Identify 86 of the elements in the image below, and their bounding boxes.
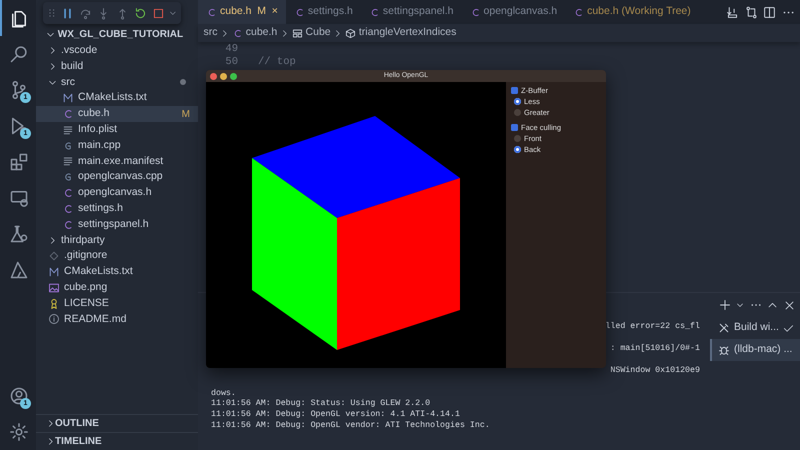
restart-icon[interactable] [134, 6, 147, 20]
monitor-icon[interactable] [9, 188, 29, 208]
compare-icon[interactable] [744, 6, 758, 18]
code-comment: // top [257, 54, 296, 70]
image-icon [48, 282, 60, 294]
c-letter-icon [573, 6, 584, 18]
chevron-right-icon [333, 28, 342, 38]
file-tree-item[interactable]: LICENSE [36, 296, 198, 312]
plus-icon[interactable] [718, 299, 730, 311]
terminal-line: 11:01:56 AM: Debug: OpenGL vendor: ATI Technologies Inc. [211, 420, 491, 432]
chevron-right-icon [220, 28, 230, 38]
file-tree-item[interactable]: README.md [36, 312, 198, 328]
file-tree-item[interactable]: CMakeLists.txt [36, 264, 198, 280]
minimize-button[interactable] [220, 72, 227, 80]
file-tree-item[interactable]: main.cpp [36, 138, 198, 154]
c-letter-icon [232, 28, 243, 38]
play-bug-icon[interactable] [9, 116, 29, 136]
terminal-session[interactable]: Build wi... [710, 317, 800, 339]
lines-icon [62, 155, 74, 168]
file-tree-item[interactable]: openglcanvas.cpp [36, 169, 198, 186]
file-tree-item[interactable]: main.exe.manifest [36, 154, 198, 170]
account-icon[interactable] [9, 386, 29, 406]
chevron-right-icon [48, 236, 57, 245]
caret-down-icon[interactable] [736, 301, 744, 309]
m-icon [48, 266, 60, 278]
file-tree-item[interactable]: Info.plist [36, 122, 198, 138]
diff-icon[interactable] [726, 6, 739, 18]
cube-outline-icon [345, 28, 356, 38]
check-icon [782, 322, 794, 334]
breadcrumb-item[interactable]: src [204, 25, 218, 41]
editor-tab[interactable]: cube.h (Working Tree) [565, 0, 699, 24]
file-tree-item[interactable]: thirdparty [36, 232, 198, 248]
tools-icon [718, 322, 730, 334]
info-icon [48, 313, 60, 326]
breadcrumb-item[interactable]: triangleVertexIndices [345, 25, 456, 41]
close-icon[interactable] [784, 300, 794, 310]
diamond-icon [48, 250, 60, 262]
section-header[interactable]: OUTLINE [36, 414, 198, 432]
m-icon [62, 92, 74, 104]
c-letter-icon [62, 108, 74, 120]
c-letter-icon [206, 6, 217, 18]
terminal-line: dows. [211, 388, 237, 400]
section-header[interactable]: TIMELINE [36, 432, 198, 450]
file-tree-item[interactable]: CMakeLists.txt [36, 90, 198, 106]
editor-tab[interactable]: settings.h [286, 0, 361, 24]
file-tree-item[interactable]: .gitignore [36, 248, 198, 264]
search-icon[interactable] [9, 44, 29, 64]
chevron-right-icon [280, 28, 290, 38]
grip-icon[interactable] [47, 7, 57, 19]
terminal-line: lled error=22 cs_fl [604, 322, 700, 333]
stop-icon[interactable] [152, 6, 166, 20]
terminal-line: 11:01:56 AM: Debug: Status: Using GLEW 2.2.0 [211, 399, 432, 410]
c-letter-icon [62, 202, 74, 215]
bug-icon [718, 344, 730, 356]
flask-icon[interactable] [9, 224, 29, 244]
file-tree-item[interactable]: cube.png [36, 280, 198, 296]
file-tree-item[interactable]: cube.h M [36, 106, 198, 122]
line-number: 50 [224, 54, 238, 70]
editor-tab[interactable]: openglcanvas.h [462, 0, 566, 24]
settings-icon[interactable] [9, 422, 29, 442]
terminal-line: : main[51016]/0#-1 [609, 344, 700, 355]
file-tree-item[interactable]: settings.h [36, 200, 198, 217]
line-number: 49 [224, 42, 238, 57]
breadcrumb-item[interactable]: Cube [292, 25, 331, 41]
file-tree-item[interactable]: build [36, 58, 198, 75]
files-icon[interactable] [9, 8, 29, 28]
terminal-line: 11:01:56 AM: Debug: OpenGL version: 4.1 ATI-4.14.1 [211, 410, 461, 421]
file-tree-item[interactable]: openglcanvas.h [36, 185, 198, 201]
struct-icon [292, 28, 303, 38]
editor-tab[interactable]: settingspanel.h [360, 0, 462, 24]
editor-tab[interactable]: cube.h M × [198, 0, 286, 24]
split-editor-icon[interactable] [763, 6, 776, 18]
breadcrumb-item[interactable]: cube.h [232, 25, 278, 41]
terminal-line: NSWindow 0x10120e9 [609, 366, 700, 378]
explorer-title[interactable]: WX_GL_CUBE_TUTORIAL [58, 26, 184, 42]
file-tree-item[interactable]: .vscode [36, 43, 198, 59]
letter-a-icon[interactable] [9, 260, 29, 280]
c-letter-icon [62, 218, 74, 231]
terminal-session[interactable]: (lldb-mac) ... [710, 339, 800, 361]
file-tree-item[interactable]: settingspanel.h [36, 216, 198, 233]
blocks-icon[interactable] [9, 152, 29, 172]
lines-icon [62, 124, 74, 136]
file-tree-item[interactable]: src [36, 74, 198, 90]
c-letter-icon [62, 187, 74, 200]
zoom-button[interactable] [230, 72, 236, 80]
close-button[interactable] [210, 72, 217, 80]
